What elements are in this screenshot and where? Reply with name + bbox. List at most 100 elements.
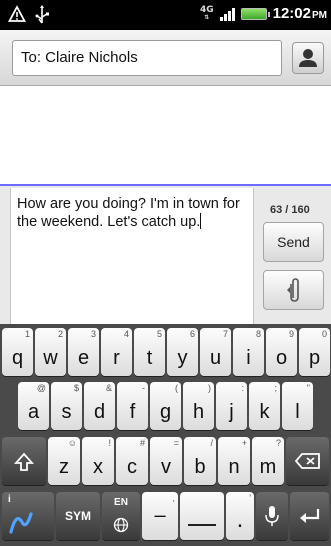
key-label: y <box>177 347 188 369</box>
person-icon <box>299 49 317 67</box>
shift-key[interactable] <box>2 437 46 485</box>
key-alt-label: 0 <box>321 329 327 339</box>
key-d[interactable]: & d <box>84 382 115 430</box>
swype-icon <box>9 512 33 534</box>
key-alt-label: - <box>142 383 145 393</box>
sym-key[interactable]: SYM <box>56 492 100 540</box>
dash-alt-label: , <box>172 493 175 503</box>
dash-label: – <box>154 504 166 527</box>
key-label: e <box>77 347 90 369</box>
key-alt-label: & <box>105 383 112 393</box>
enter-arrow-icon <box>300 509 320 523</box>
key-label: m <box>259 456 277 478</box>
language-label: EN <box>114 497 128 508</box>
key-m[interactable]: ? m <box>252 437 284 485</box>
key-z[interactable]: ☺ z <box>48 437 80 485</box>
backspace-icon <box>295 453 320 469</box>
key-v[interactable]: = v <box>150 437 182 485</box>
key-c[interactable]: # c <box>116 437 148 485</box>
key-alt-label: 2 <box>57 329 63 339</box>
microphone-icon <box>265 506 279 526</box>
key-n[interactable]: + n <box>218 437 250 485</box>
enter-key[interactable] <box>290 492 329 540</box>
key-h[interactable]: ) h <box>183 382 214 430</box>
backspace-key[interactable] <box>286 437 329 485</box>
battery-icon <box>240 7 270 20</box>
paperclip-icon <box>287 278 299 302</box>
character-counter: 63 / 160 <box>270 204 310 216</box>
key-alt-label: ( <box>175 383 178 393</box>
key-t[interactable]: 5t <box>134 328 165 376</box>
key-alt-label: 4 <box>123 329 129 339</box>
key-x[interactable]: ! x <box>82 437 114 485</box>
key-alt-label: 9 <box>288 329 294 339</box>
send-button[interactable]: Send <box>263 222 324 262</box>
key-label: q <box>11 347 24 369</box>
key-alt-label: ☺ <box>67 438 77 448</box>
sym-label: SYM <box>64 509 91 523</box>
key-u[interactable]: 7u <box>200 328 231 376</box>
key-alt-label: : <box>241 383 244 393</box>
key-alt-label: @ <box>36 383 46 393</box>
info-label: i <box>8 494 11 505</box>
language-key[interactable]: EN <box>102 492 140 540</box>
key-e[interactable]: 3e <box>68 328 99 376</box>
text-caret <box>200 213 202 229</box>
key-q[interactable]: 1q <box>2 328 33 376</box>
key-label: c <box>127 456 137 478</box>
key-label: i <box>246 347 251 369</box>
key-k[interactable]: ; k <box>249 382 280 430</box>
key-label: a <box>27 401 40 423</box>
period-key[interactable]: ' . <box>226 492 254 540</box>
key-l[interactable]: " l <box>282 382 313 430</box>
attach-button[interactable] <box>263 270 324 310</box>
status-clock: 12:02PM <box>272 5 327 22</box>
key-p[interactable]: 0p <box>299 328 330 376</box>
swype-key[interactable]: i <box>2 492 54 540</box>
key-label: x <box>93 456 103 478</box>
dash-key[interactable]: , – <box>142 492 178 540</box>
key-label: t <box>146 347 153 369</box>
key-f[interactable]: -f <box>117 382 148 430</box>
recipient-bar: To: Claire Nichols <box>0 30 331 86</box>
key-b[interactable]: / b <box>184 437 216 485</box>
key-y[interactable]: 6y <box>167 328 198 376</box>
space-key[interactable] <box>180 492 224 540</box>
key-label: v <box>161 456 171 478</box>
key-alt-label: ) <box>208 383 211 393</box>
shift-arrow-icon <box>14 452 34 471</box>
signal-bars-icon <box>219 7 235 21</box>
key-a[interactable]: @ a <box>18 382 49 430</box>
key-label: l <box>295 401 300 423</box>
key-alt-label: / <box>210 438 213 448</box>
key-i[interactable]: 8i <box>233 328 264 376</box>
key-s[interactable]: $ s <box>51 382 82 430</box>
key-alt-label: 8 <box>255 329 261 339</box>
key-label: r <box>113 347 120 369</box>
usb-icon <box>35 5 49 24</box>
key-r[interactable]: 4r <box>101 328 132 376</box>
key-alt-label: # <box>139 438 145 448</box>
key-alt-label: = <box>173 438 179 448</box>
key-g[interactable]: (g <box>150 382 181 430</box>
recipient-field[interactable]: To: Claire Nichols <box>12 40 282 76</box>
key-label: u <box>209 347 222 369</box>
key-o[interactable]: 9o <box>266 328 297 376</box>
key-label: n <box>228 456 240 478</box>
key-label: z <box>59 456 69 478</box>
message-input[interactable]: How are you doing? I'm in town for the w… <box>10 188 254 324</box>
key-label: f <box>129 401 136 423</box>
key-label: s <box>61 401 72 423</box>
key-w[interactable]: 2w <box>35 328 66 376</box>
key-alt-label: 1 <box>24 329 30 339</box>
network-type: 4G ⇅ <box>199 5 214 21</box>
keyboard: 1q2w3e4r5t6y7u8i9o0p @ a $ s & d - f(g) h: j; k " l … <box>0 324 331 546</box>
key-label: j <box>229 401 234 423</box>
period-label: . <box>236 506 244 533</box>
key-j[interactable]: :j <box>216 382 247 430</box>
key-alt-label: + <box>241 438 247 448</box>
key-alt-label: ? <box>275 438 281 448</box>
voice-input-key[interactable] <box>256 492 288 540</box>
add-contact-button[interactable] <box>292 42 324 74</box>
key-alt-label: 3 <box>90 329 96 339</box>
